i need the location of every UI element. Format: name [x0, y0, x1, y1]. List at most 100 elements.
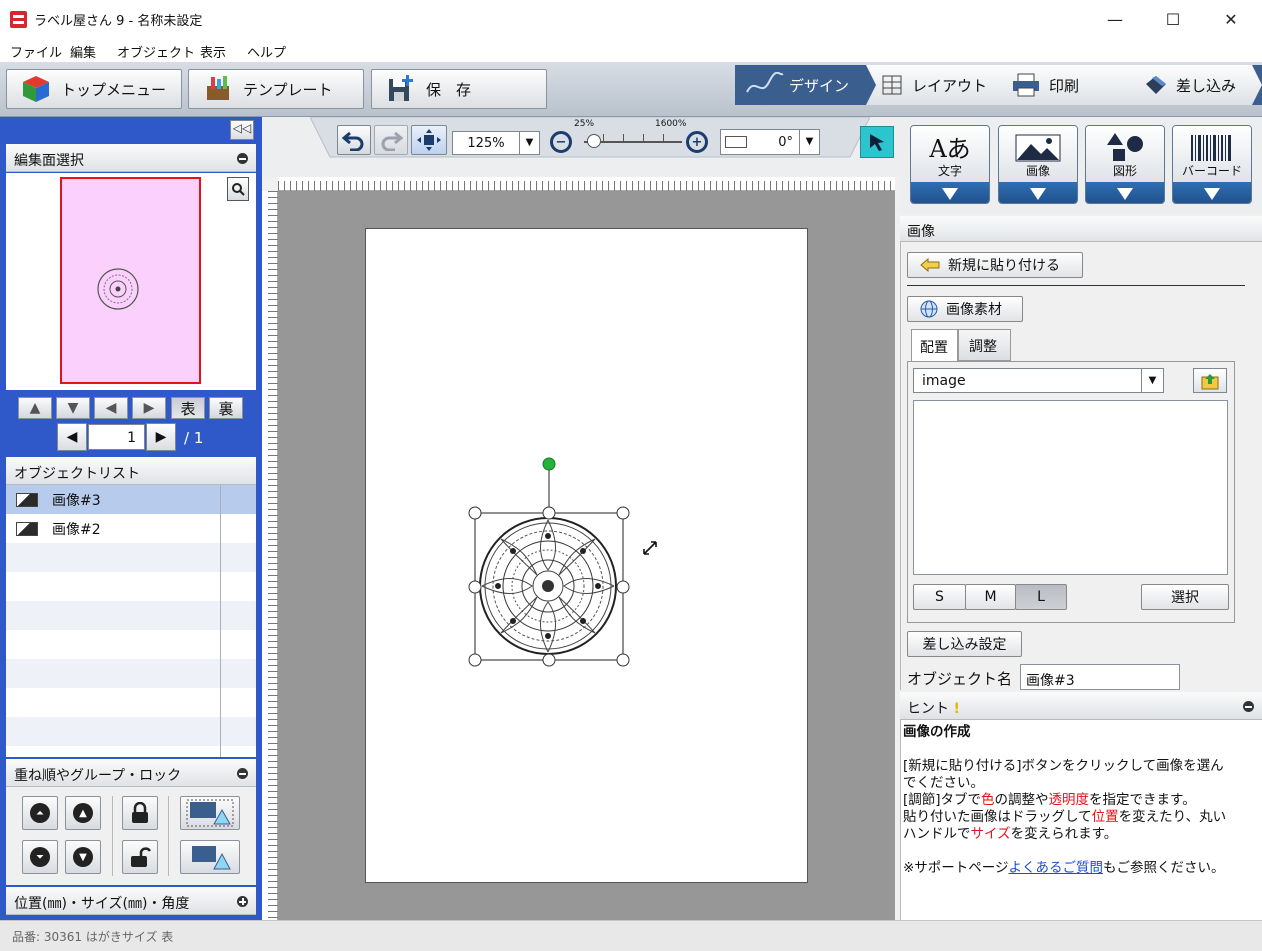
bring-forward-button[interactable]: ▲ — [65, 796, 101, 830]
object-list-header: オブジェクトリスト — [6, 457, 256, 485]
image-object-icon — [16, 492, 38, 507]
menu-file[interactable]: ファイル — [10, 42, 62, 61]
paste-new-label: 新規に貼り付ける — [948, 258, 1060, 274]
collapse-icon[interactable] — [1243, 701, 1254, 712]
dropdown-arrow-icon[interactable]: ▼ — [799, 130, 819, 154]
expand-icon[interactable] — [237, 896, 248, 907]
group-icon — [186, 799, 234, 827]
page-number-input[interactable]: 1 — [88, 424, 145, 450]
object-list-item[interactable]: 画像#2 — [6, 514, 256, 543]
mode-design-tab[interactable]: デザイン — [745, 65, 865, 105]
lock-icon — [132, 802, 148, 823]
undo-icon — [342, 131, 364, 151]
template-button[interactable]: テンプレート — [188, 69, 364, 109]
mode-layout-tab[interactable]: レイアウト — [866, 65, 1006, 105]
menu-object[interactable]: オブジェクト — [117, 42, 195, 61]
prev-page-button[interactable]: ◀ — [57, 423, 87, 451]
divider — [112, 796, 113, 876]
shapes-icon — [1107, 133, 1143, 161]
mode-merge-tab[interactable]: 差し込み — [1124, 65, 1262, 105]
size-m-button[interactable]: M — [965, 584, 1016, 610]
zoom-select[interactable]: 125% ▼ — [452, 131, 540, 155]
dropdown-arrow-icon[interactable]: ▼ — [519, 132, 539, 154]
size-s-button[interactable]: S — [913, 584, 966, 610]
lock-button[interactable] — [122, 796, 158, 830]
image-material-button[interactable]: 画像素材 — [907, 296, 1023, 322]
folder-up-icon — [1201, 373, 1219, 389]
menu-view[interactable]: 表示 — [200, 42, 226, 61]
upload-folder-button[interactable] — [1193, 368, 1227, 393]
zoom-preview-button[interactable] — [227, 177, 249, 201]
menu-help[interactable]: ヘルプ — [247, 42, 286, 61]
dropdown-arrow-icon[interactable]: ▼ — [1141, 369, 1163, 392]
image-source-select[interactable]: image ▼ — [913, 368, 1164, 393]
redo-button[interactable] — [374, 125, 408, 155]
nav-right-button[interactable]: ▶ — [132, 397, 166, 419]
zoom-min-label: 25% — [574, 119, 595, 129]
status-text: 品番: 30361 はがきサイズ 表 — [12, 930, 174, 944]
rotation-select[interactable]: 0° ▼ — [720, 129, 820, 155]
zoom-in-button[interactable]: + — [686, 131, 708, 153]
order-group-lock-header[interactable]: 重ね順やグループ・ロック — [6, 759, 256, 787]
send-to-back-button[interactable]: ⏷ — [22, 840, 58, 874]
minimize-button[interactable]: — — [1086, 0, 1144, 38]
position-size-angle-header[interactable]: 位置(㎜)・サイズ(㎜)・角度 — [6, 887, 256, 915]
arrow-left-icon — [920, 258, 940, 272]
paste-new-button[interactable]: 新規に貼り付ける — [907, 252, 1083, 278]
size-l-button[interactable]: L — [1015, 584, 1067, 610]
collapse-panel-button[interactable]: ◁◁ — [230, 120, 254, 140]
choose-button[interactable]: 選択 — [1141, 584, 1229, 610]
tab-adjust[interactable]: 調整 — [958, 329, 1011, 361]
collapse-icon[interactable] — [237, 768, 248, 779]
front-side-button[interactable]: 表 — [171, 397, 205, 419]
maximize-button[interactable]: ☐ — [1144, 0, 1202, 38]
cube-icon — [23, 76, 49, 102]
top-menu-button[interactable]: トップメニュー — [6, 69, 182, 109]
select-tool-button[interactable] — [860, 126, 894, 158]
nav-left-button[interactable]: ◀ — [94, 397, 128, 419]
object-list-item[interactable]: 画像#3 — [6, 485, 256, 514]
zoom-slider-thumb[interactable] — [587, 134, 601, 148]
ungroup-button[interactable] — [180, 840, 240, 874]
send-backward-button[interactable]: ▼ — [65, 840, 101, 874]
image-source-value: image — [922, 373, 966, 389]
close-button[interactable]: ✕ — [1202, 0, 1260, 38]
menu-edit[interactable]: 編集 — [70, 42, 96, 61]
tab-arrange[interactable]: 配置 — [911, 329, 958, 362]
insert-image-button[interactable]: 画像 — [998, 125, 1078, 204]
mode-merge-label: 差し込み — [1176, 76, 1237, 95]
insert-shape-button[interactable]: 図形 — [1085, 125, 1165, 204]
nav-down-button[interactable]: ▼ — [56, 397, 90, 419]
insert-barcode-label: バーコード — [1181, 164, 1242, 178]
insert-text-button[interactable]: Aあ 文字 — [910, 125, 990, 204]
hint-header[interactable]: ヒント ! — [900, 692, 1262, 720]
front-most-icon: ⏶ — [30, 803, 50, 823]
selected-image-object[interactable] — [466, 454, 666, 668]
zoom-out-button[interactable]: − — [550, 131, 572, 153]
undo-button[interactable] — [337, 125, 371, 155]
save-button[interactable]: 保 存 — [371, 69, 547, 109]
fit-view-button[interactable] — [411, 125, 447, 155]
insert-barcode-button[interactable]: バーコード — [1172, 125, 1252, 204]
image-material-label: 画像素材 — [946, 302, 1002, 318]
ruler-ticks — [278, 181, 895, 191]
surface-select-header[interactable]: 編集面選択 — [6, 144, 256, 172]
pen-icon — [746, 72, 784, 93]
bring-to-front-button[interactable]: ⏶ — [22, 796, 58, 830]
divider — [168, 796, 169, 876]
faq-link[interactable]: よくあるご質問 — [1009, 860, 1104, 876]
insert-shape-label: 図形 — [1112, 164, 1137, 178]
collapse-icon[interactable] — [237, 153, 248, 164]
object-name-input[interactable]: 画像#3 — [1020, 664, 1180, 690]
dropdown-arrow-icon — [1030, 187, 1046, 200]
unlock-button[interactable] — [122, 840, 158, 874]
divider — [907, 285, 1245, 286]
mode-print-tab[interactable]: 印刷 — [995, 65, 1135, 105]
group-button[interactable] — [180, 796, 240, 830]
list-stripe — [6, 659, 256, 688]
nav-up-button[interactable]: ▲ — [18, 397, 52, 419]
back-side-button[interactable]: 裏 — [209, 397, 243, 419]
merge-setting-button[interactable]: 差し込み設定 — [907, 631, 1022, 657]
image-thumbnail-list[interactable] — [913, 400, 1228, 575]
next-page-button[interactable]: ▶ — [146, 423, 176, 451]
